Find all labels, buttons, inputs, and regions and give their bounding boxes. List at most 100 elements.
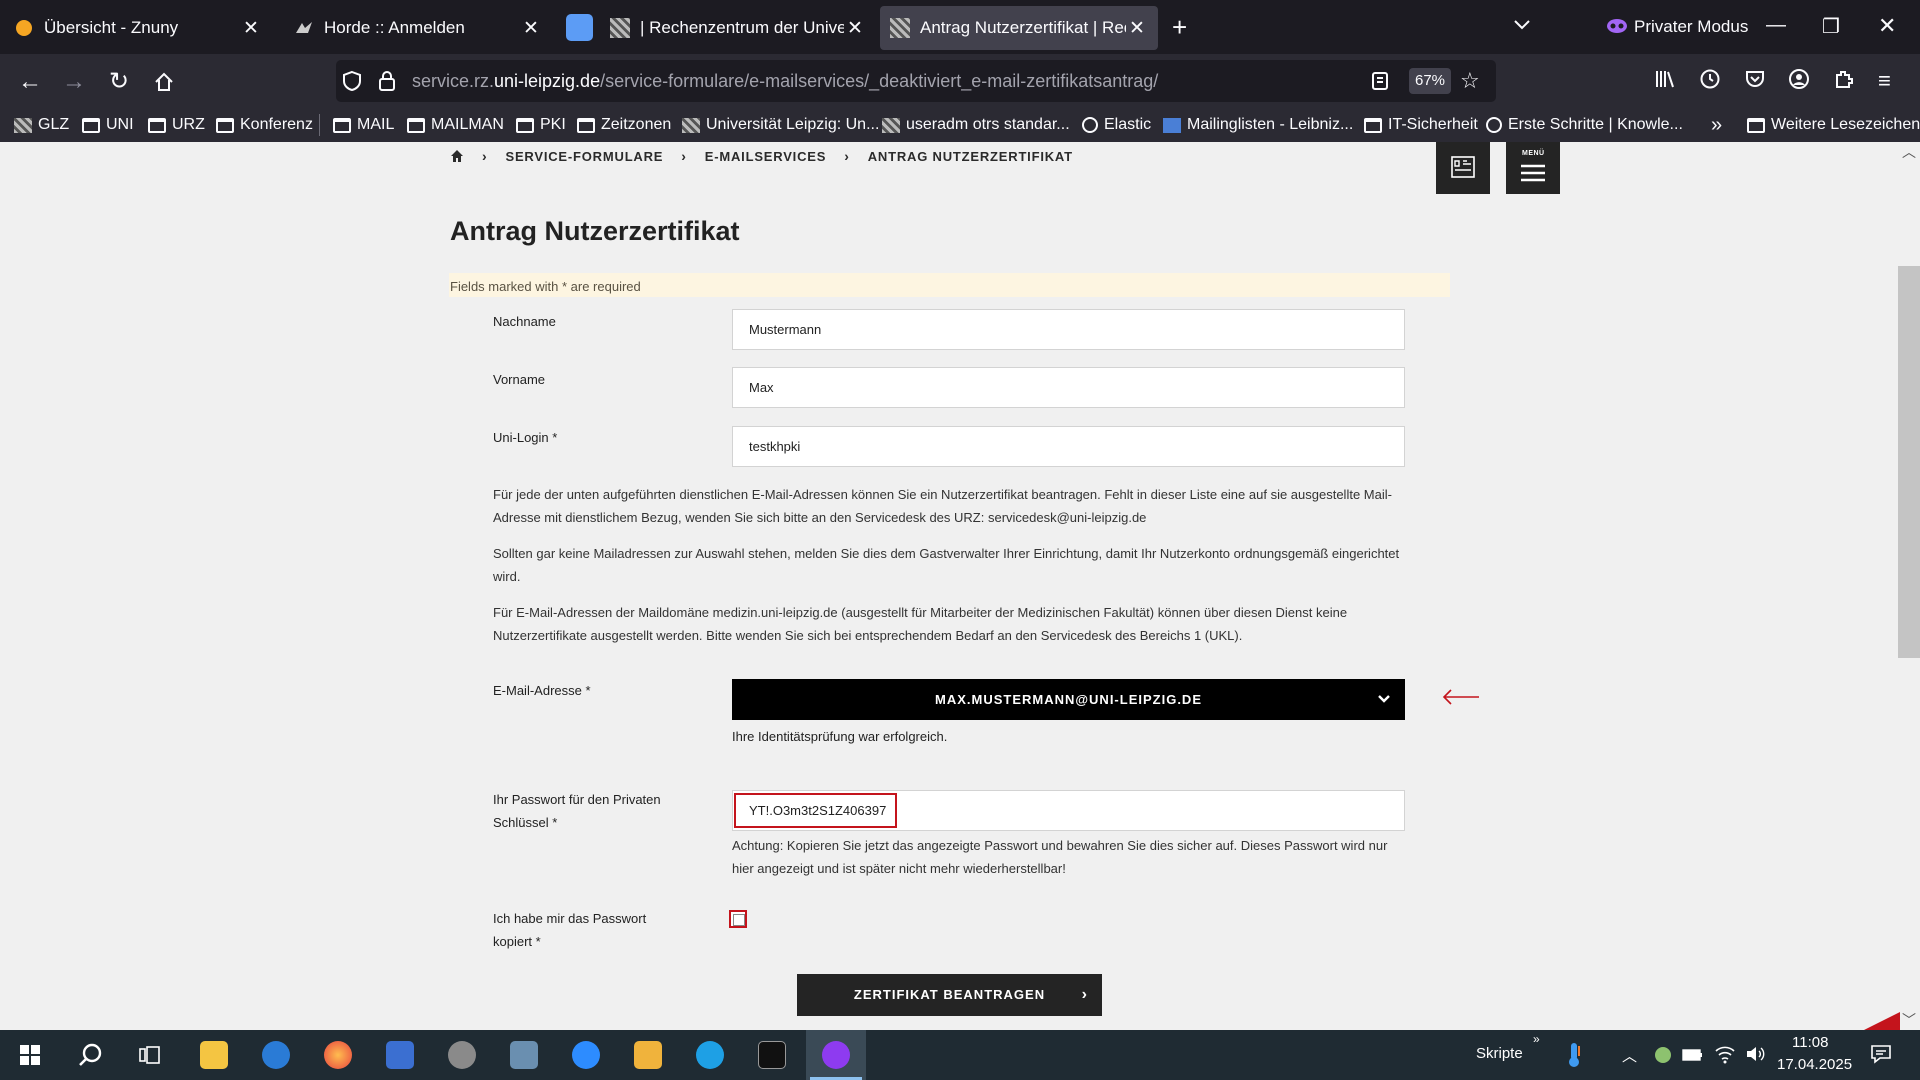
bookmark-folder-mail[interactable]: MAIL xyxy=(333,114,394,136)
terminal-icon[interactable] xyxy=(744,1030,800,1080)
bookmark-universitaet-leipzig[interactable]: Universität Leipzig: Un... xyxy=(682,114,879,136)
address-bar[interactable]: service.rz.uni-leipzig.de/service-formul… xyxy=(336,60,1496,102)
bookmarks-overflow-chevron-icon[interactable]: » xyxy=(1711,114,1722,136)
app-menu-hamburger-icon[interactable]: ≡ xyxy=(1878,68,1891,94)
bookmark-glz[interactable]: GLZ xyxy=(14,114,69,136)
confirm-label-line1: Ich habe mir das Passwort xyxy=(493,911,647,926)
bookmark-folder-zeitzonen[interactable]: Zeitzonen xyxy=(577,114,671,136)
search-icon[interactable] xyxy=(62,1030,118,1080)
breadcrumb-service-formulare[interactable]: SERVICE-FORMULARE xyxy=(505,149,663,164)
tab-close-icon[interactable]: ✕ xyxy=(1126,17,1148,40)
zoom-level-badge[interactable]: 67% xyxy=(1409,68,1451,94)
breadcrumb-separator-icon: › xyxy=(482,148,488,164)
reader-view-icon[interactable] xyxy=(1371,71,1389,97)
tab-antrag[interactable]: Antrag Nutzerzertifikat | Rechen ✕ xyxy=(880,6,1158,50)
notification-center-icon[interactable] xyxy=(1870,1044,1892,1068)
bookmark-image-icon xyxy=(682,117,700,133)
breadcrumb-e-mailservices[interactable]: E-MAILSERVICES xyxy=(705,149,826,164)
lock-icon[interactable] xyxy=(378,70,396,98)
email-address-select[interactable]: MAX.MUSTERMANN@UNI-LEIPZIG.DE xyxy=(732,679,1405,720)
corner-decoration-icon xyxy=(1864,1012,1900,1030)
battery-icon[interactable] xyxy=(1682,1047,1704,1067)
bookmark-folder-pki[interactable]: PKI xyxy=(516,114,566,136)
reload-icon[interactable]: ↻ xyxy=(101,64,137,100)
znuny-favicon-icon xyxy=(14,18,34,38)
bookmark-erste-schritte[interactable]: Erste Schritte | Knowle... xyxy=(1486,114,1683,136)
unilogin-input[interactable]: testkhpki xyxy=(732,426,1405,467)
submit-certificate-button[interactable]: ZERTIFIKAT BEANTRAGEN › xyxy=(797,974,1102,1016)
tab-znuny[interactable]: Übersicht - Znuny ✕ xyxy=(4,6,272,50)
tray-skripte-label[interactable]: Skripte xyxy=(1476,1045,1523,1062)
main-menu-button[interactable]: MENÜ xyxy=(1506,142,1560,194)
forward-arrow-icon[interactable]: → xyxy=(56,64,92,100)
thunderbird-icon[interactable] xyxy=(248,1030,304,1080)
extensions-puzzle-icon[interactable] xyxy=(1833,68,1855,96)
wifi-icon[interactable] xyxy=(1714,1044,1736,1068)
bookmark-folder-konferenz[interactable]: Konferenz xyxy=(216,114,313,136)
list-tabs-chevron-down-icon[interactable] xyxy=(1512,14,1532,40)
tracking-shield-icon[interactable] xyxy=(342,70,362,98)
tab-close-icon[interactable]: ✕ xyxy=(240,17,262,40)
clock-date[interactable]: 17.04.2025 xyxy=(1777,1056,1852,1073)
skype-icon[interactable] xyxy=(682,1030,738,1080)
volume-icon[interactable] xyxy=(1745,1044,1767,1068)
keepass-icon[interactable] xyxy=(620,1030,676,1080)
back-arrow-icon[interactable]: ← xyxy=(12,64,48,100)
home-icon[interactable] xyxy=(146,64,182,100)
bookmark-star-icon[interactable]: ☆ xyxy=(1460,68,1480,94)
window-restore-icon[interactable]: ❐ xyxy=(1822,14,1840,39)
home-icon[interactable] xyxy=(450,149,464,163)
bookmark-mailinglisten[interactable]: Mailinglisten - Leibniz... xyxy=(1163,114,1353,136)
bookmark-separator xyxy=(319,114,320,136)
history-clock-icon[interactable] xyxy=(1699,68,1721,96)
new-tab-icon[interactable]: + xyxy=(1172,12,1187,43)
campus-map-button[interactable] xyxy=(1436,142,1490,194)
tray-app-icon[interactable] xyxy=(1654,1046,1672,1068)
bookmark-useradm-otrs[interactable]: useradm otrs standar... xyxy=(882,114,1070,136)
gimp-icon[interactable] xyxy=(434,1030,490,1080)
vorname-input[interactable]: Max xyxy=(732,367,1405,408)
scrollbar-thumb[interactable] xyxy=(1898,266,1920,658)
window-close-icon[interactable]: ✕ xyxy=(1878,13,1896,39)
bookmarks-toolbar: GLZ UNI URZ Konferenz MAIL MAILMAN PKI Z… xyxy=(0,108,1920,142)
app-icon[interactable] xyxy=(496,1030,552,1080)
scroll-down-chevron-icon[interactable]: ﹀ xyxy=(1902,1010,1916,1030)
zoom-icon[interactable] xyxy=(558,1030,614,1080)
task-view-icon[interactable] xyxy=(122,1030,178,1080)
bookmark-folder-it-sicherheit[interactable]: IT-Sicherheit xyxy=(1364,114,1478,136)
tab-rechenzentrum[interactable]: | Rechenzentrum der Universität ✕ xyxy=(600,6,876,50)
email-label: E-Mail-Adresse * xyxy=(493,683,591,698)
folder-icon xyxy=(1364,117,1382,133)
password-copied-checkbox[interactable] xyxy=(729,910,747,928)
bookmark-folder-urz[interactable]: URZ xyxy=(148,114,205,136)
start-windows-icon[interactable] xyxy=(2,1030,58,1080)
tab-horde[interactable]: Horde :: Anmelden ✕ xyxy=(284,6,552,50)
scroll-up-chevron-icon[interactable]: ︿ xyxy=(1902,142,1916,162)
bookmark-elastic[interactable]: Elastic xyxy=(1082,114,1151,136)
bookmark-image-icon xyxy=(14,117,32,133)
file-explorer-icon[interactable] xyxy=(186,1030,242,1080)
tray-chevron-up-icon[interactable]: ︿ xyxy=(1622,1045,1637,1066)
clock-time[interactable]: 11:08 xyxy=(1792,1034,1828,1051)
firefox-icon[interactable] xyxy=(310,1030,366,1080)
required-fields-note: Fields marked with * are required xyxy=(449,273,1450,297)
window-minimize-icon[interactable]: — xyxy=(1766,14,1786,37)
firefox-private-icon[interactable] xyxy=(806,1030,866,1080)
bookmark-folder-uni[interactable]: UNI xyxy=(82,114,134,136)
tab-title: Horde :: Anmelden xyxy=(324,18,465,37)
page-title: Antrag Nutzerzertifikat xyxy=(450,216,740,246)
bookmark-folder-weitere[interactable]: Weitere Lesezeichen xyxy=(1747,114,1920,136)
tab-close-icon[interactable]: ✕ xyxy=(520,17,542,40)
tab-close-icon[interactable]: ✕ xyxy=(844,17,866,40)
account-icon[interactable] xyxy=(1788,68,1810,96)
tray-overflow-chevron-icon[interactable]: » xyxy=(1533,1032,1540,1046)
temperature-icon[interactable] xyxy=(1566,1042,1582,1072)
nachname-input[interactable]: Mustermann xyxy=(732,309,1405,350)
pocket-icon[interactable] xyxy=(1744,68,1766,96)
bookmark-folder-mailman[interactable]: MAILMAN xyxy=(407,114,504,136)
network-tool-icon[interactable] xyxy=(372,1030,428,1080)
library-icon[interactable] xyxy=(1654,68,1676,96)
private-key-password-value[interactable]: YT!.O3m3t2S1Z406397 xyxy=(734,793,897,828)
tab-blank-icon[interactable] xyxy=(566,14,593,41)
lrz-icon xyxy=(1163,117,1181,133)
